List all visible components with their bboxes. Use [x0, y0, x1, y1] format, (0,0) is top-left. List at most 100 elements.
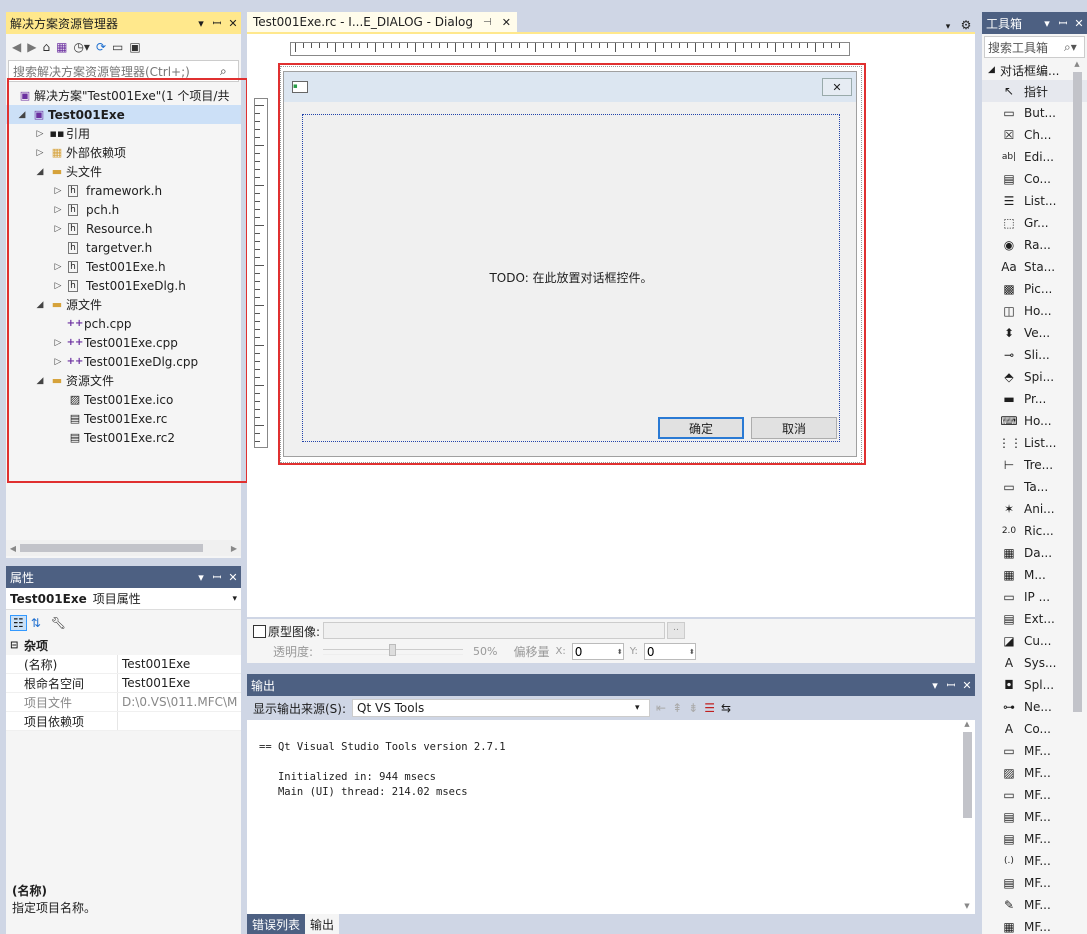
property-pages-icon[interactable]: 🔧︎ — [51, 616, 66, 630]
history-icon[interactable]: ◷▾ — [73, 40, 90, 54]
pin-icon[interactable]: ꟷ — [1055, 16, 1071, 31]
properties-object-selector[interactable]: Test001Exe 项目属性 ▾ — [6, 588, 241, 610]
property-value[interactable]: Test001Exe — [118, 657, 190, 671]
refresh-icon[interactable]: ⟳ — [96, 40, 106, 54]
solution-hscrollbar[interactable]: ◀ ▶ — [6, 540, 241, 556]
prev-message-icon[interactable]: ⇞ — [672, 701, 682, 715]
word-wrap-icon[interactable]: ⇆ — [721, 701, 731, 715]
expander-icon[interactable]: ▷ — [32, 129, 48, 139]
expanded-icon[interactable]: ◢ — [14, 110, 30, 120]
close-icon[interactable]: ✕ — [225, 571, 241, 584]
dropdown-icon[interactable]: ▾ — [1039, 17, 1055, 30]
dropdown-icon[interactable]: ▾ — [927, 679, 943, 692]
collapse-icon[interactable]: ⊟ — [10, 640, 24, 651]
expander-icon[interactable]: ▷ — [32, 148, 48, 158]
property-row[interactable]: 项目依赖项 — [6, 712, 241, 731]
tab-output[interactable]: 输出 — [305, 914, 340, 934]
back-icon[interactable]: ◀ — [12, 40, 21, 54]
dialog-window[interactable]: ▪ ✕ TODO: 在此放置对话框控件。 确定 取消 — [283, 71, 857, 457]
close-icon[interactable]: ✕ — [959, 679, 975, 692]
expander-icon[interactable]: ◢ — [32, 167, 48, 177]
pin-icon[interactable]: ꟷ — [943, 678, 959, 693]
expander-icon[interactable]: ▷ — [50, 338, 66, 348]
expander-icon[interactable]: ◢ — [32, 376, 48, 386]
tree-item[interactable]: ▤ Test001Exe.rc2 — [6, 428, 241, 447]
spin-icon[interactable]: ⬍ — [617, 648, 623, 656]
close-icon[interactable]: ✕ — [225, 17, 241, 30]
tab-overflow-icon[interactable]: ▾ — [939, 22, 957, 32]
home-icon[interactable]: ⌂ — [42, 40, 50, 54]
collapse-all-icon[interactable]: ▭ — [112, 40, 123, 54]
tree-item[interactable]: ▨ Test001Exe.ico — [6, 390, 241, 409]
pin-icon[interactable]: ꟷ — [209, 16, 225, 31]
gear-icon[interactable]: ⚙ — [957, 18, 975, 32]
toolbox-search-box[interactable]: 搜索工具箱 ⌕▾ — [984, 36, 1085, 58]
opacity-slider[interactable] — [323, 643, 464, 656]
offset-y-input[interactable]: 0 ⬍ — [643, 643, 696, 660]
expander-icon[interactable]: ▷ — [50, 224, 66, 234]
property-category[interactable]: ⊟ 杂项 — [6, 636, 241, 655]
pin-icon[interactable]: ⊣ — [483, 17, 492, 28]
expander-icon[interactable]: ▷ — [50, 205, 66, 215]
prototype-browse-button[interactable]: .. — [667, 622, 685, 639]
property-row[interactable]: 项目文件 D:\0.VS\011.MFC\M — [6, 693, 241, 712]
dropdown-icon[interactable]: ▾ — [193, 571, 209, 584]
expander-icon[interactable]: ▷ — [50, 357, 66, 367]
property-value[interactable]: D:\0.VS\011.MFC\M — [118, 695, 237, 709]
tree-item[interactable]: ▷ ▦ 外部依赖项 — [6, 143, 241, 162]
tree-item[interactable]: ▷ h Resource.h — [6, 219, 241, 238]
search-icon[interactable]: ⌕▾ — [1064, 40, 1084, 55]
next-message-icon[interactable]: ⇟ — [688, 701, 698, 715]
expander-icon[interactable]: ◢ — [32, 300, 48, 310]
solution-search-box[interactable]: 搜索解决方案资源管理器(Ctrl+;) ⌕ — [8, 60, 239, 82]
opacity-slider-thumb[interactable] — [389, 643, 397, 656]
tree-item[interactable]: ▷ ++ Test001ExeDlg.cpp — [6, 352, 241, 371]
tree-item[interactable]: h targetver.h — [6, 238, 241, 257]
clear-all-icon[interactable]: ☰ — [704, 701, 715, 715]
tree-item[interactable]: ◢ ▬ 源文件 — [6, 295, 241, 314]
chevron-down-icon[interactable]: ▾ — [232, 594, 237, 604]
property-row[interactable]: (名称) Test001Exe — [6, 655, 241, 674]
show-all-files-icon[interactable]: ▣ — [129, 40, 140, 54]
offset-x-input[interactable]: 0 ⬍ — [571, 643, 624, 660]
tree-item[interactable]: ▷ h Test001ExeDlg.h — [6, 276, 241, 295]
ok-button[interactable]: 确定 — [658, 417, 744, 439]
pin-icon[interactable]: ꟷ — [209, 570, 225, 585]
expander-icon[interactable]: ▷ — [50, 281, 66, 291]
tree-item[interactable]: ▤ Test001Exe.rc — [6, 409, 241, 428]
dropdown-icon[interactable]: ▾ — [193, 17, 209, 30]
tree-item[interactable]: ▷ h Test001Exe.h — [6, 257, 241, 276]
tree-item-project[interactable]: ◢ ▣ Test001Exe — [6, 105, 241, 124]
tree-item[interactable]: ◢ ▬ 头文件 — [6, 162, 241, 181]
tree-item[interactable]: ▷ ▪▪ 引用 — [6, 124, 241, 143]
chevron-down-icon[interactable]: ▾ — [635, 703, 649, 713]
search-icon[interactable]: ⌕ — [220, 64, 238, 79]
prototype-path-input[interactable] — [323, 622, 665, 639]
tree-item[interactable]: ▷ h pch.h — [6, 200, 241, 219]
expanded-icon[interactable]: ◢ — [988, 65, 1000, 75]
close-icon[interactable]: ✕ — [1071, 17, 1087, 30]
expander-icon[interactable]: ▷ — [50, 262, 66, 272]
cancel-button[interactable]: 取消 — [751, 417, 837, 439]
property-row[interactable]: 根命名空间 Test001Exe — [6, 674, 241, 693]
tree-item-solution[interactable]: ▣ 解决方案"Test001Exe"(1 个项目/共 — [6, 86, 241, 105]
tree-item[interactable]: ++ pch.cpp — [6, 314, 241, 333]
forward-icon[interactable]: ▶ — [27, 40, 36, 54]
close-icon[interactable]: ✕ — [502, 16, 511, 29]
prototype-checkbox[interactable] — [253, 625, 266, 638]
tree-item[interactable]: ◢ ▬ 资源文件 — [6, 371, 241, 390]
tree-item[interactable]: ▷ ++ Test001Exe.cpp — [6, 333, 241, 352]
alphabetical-icon[interactable]: ⇅ — [31, 616, 41, 630]
find-message-icon[interactable]: ⇤ — [656, 701, 666, 715]
spin-icon[interactable]: ⬍ — [689, 648, 695, 656]
tree-item[interactable]: ▷ h framework.h — [6, 181, 241, 200]
expander-icon[interactable]: ▷ — [50, 186, 66, 196]
switch-views-icon[interactable]: ▦ — [56, 40, 67, 54]
tab-dialog-editor[interactable]: Test001Exe.rc - I...E_DIALOG - Dialog ⊣ … — [247, 12, 517, 32]
property-value[interactable]: Test001Exe — [118, 676, 190, 690]
toolbox-vscrollbar[interactable]: ▲ — [1069, 60, 1085, 934]
output-vscrollbar[interactable]: ▲ ▼ — [959, 720, 975, 914]
tab-error-list[interactable]: 错误列表 — [247, 914, 306, 934]
output-source-select[interactable]: Qt VS Tools ▾ — [352, 699, 651, 717]
categorized-icon[interactable]: ☷ — [10, 615, 27, 631]
